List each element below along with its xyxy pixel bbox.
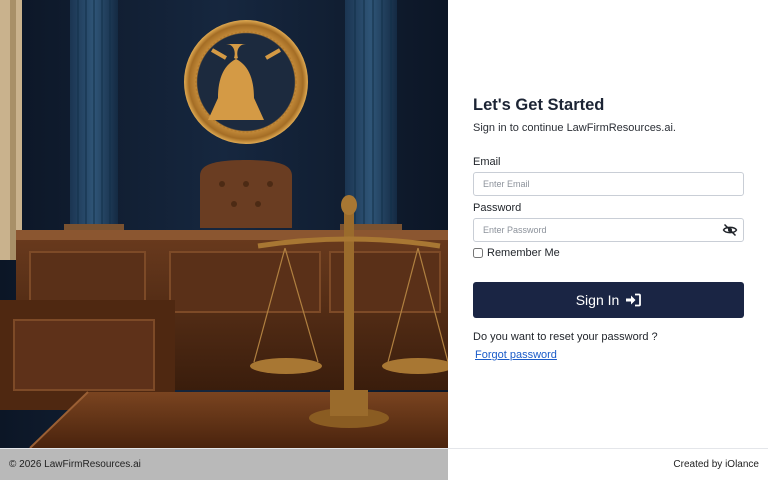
email-label: Email bbox=[473, 156, 501, 168]
footer: © 2026 LawFirmResources.ai Created by iO… bbox=[0, 448, 768, 480]
sign-in-button[interactable]: Sign In bbox=[473, 282, 744, 318]
sign-in-label: Sign In bbox=[575, 292, 620, 308]
login-panel: Let's Get Started Sign in to continue La… bbox=[448, 0, 768, 448]
email-input[interactable] bbox=[473, 172, 744, 196]
reset-password-question: Do you want to reset your password ? bbox=[473, 331, 658, 343]
password-label: Password bbox=[473, 202, 522, 214]
courtroom-illustration bbox=[0, 0, 448, 448]
hero-courtroom-image bbox=[0, 0, 448, 448]
forgot-password-link[interactable]: Forgot password bbox=[475, 349, 557, 361]
remember-me-checkbox[interactable] bbox=[473, 248, 483, 258]
password-input[interactable] bbox=[473, 218, 744, 242]
judge-chair bbox=[200, 160, 292, 228]
page-title: Let's Get Started bbox=[473, 96, 605, 114]
remember-me-label: Remember Me bbox=[487, 247, 560, 259]
copyright-text: © 2026 LawFirmResources.ai bbox=[9, 459, 141, 470]
remember-me[interactable]: Remember Me bbox=[473, 247, 560, 259]
footer-left-band: © 2026 LawFirmResources.ai bbox=[0, 449, 448, 480]
credit-text: Created by iOlance bbox=[673, 459, 759, 470]
sign-in-arrow-icon bbox=[625, 293, 642, 307]
eye-slash-icon[interactable] bbox=[722, 223, 738, 237]
page-subtitle: Sign in to continue LawFirmResources.ai. bbox=[473, 122, 676, 134]
